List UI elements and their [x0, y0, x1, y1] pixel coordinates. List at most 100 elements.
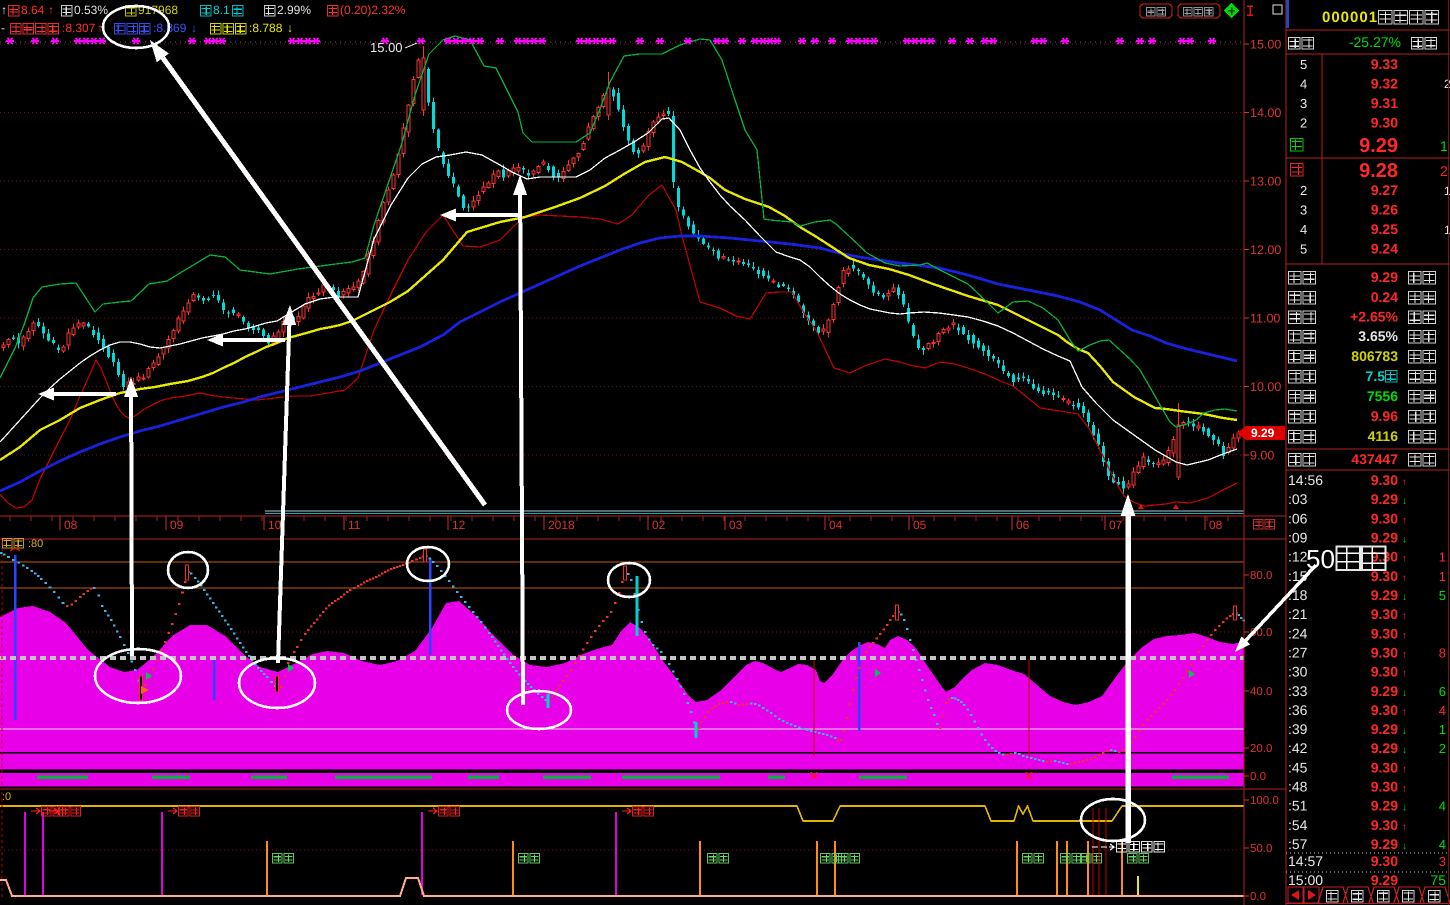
svg-text:02: 02 [652, 518, 666, 532]
svg-text:3: 3 [1439, 854, 1446, 869]
svg-text::27: :27 [1288, 644, 1308, 660]
svg-text:9.25: 9.25 [1371, 221, 1398, 237]
svg-text::42: :42 [1288, 740, 1308, 756]
svg-text:9.30: 9.30 [1371, 779, 1398, 795]
svg-text::57: :57 [1288, 836, 1308, 852]
svg-text:↑: ↑ [1402, 822, 1407, 833]
svg-text:↑: ↑ [1402, 611, 1407, 622]
svg-text:9.29: 9.29 [1371, 836, 1398, 852]
svg-text:50: 50 [1306, 544, 1335, 574]
svg-text:9.30: 9.30 [1371, 510, 1398, 526]
svg-text::24: :24 [1288, 625, 1308, 641]
svg-text::06: :06 [1288, 510, 1308, 526]
svg-text:9.30: 9.30 [1371, 759, 1398, 775]
svg-text:7.5: 7.5 [1366, 368, 1386, 384]
svg-text:9.33: 9.33 [1371, 56, 1398, 72]
svg-text:↓: ↓ [1402, 841, 1407, 852]
svg-text:0.53%: 0.53% [74, 3, 108, 17]
svg-text:↑: ↑ [1402, 573, 1407, 584]
svg-text:14:56: 14:56 [1288, 472, 1323, 488]
svg-text:9.29: 9.29 [1371, 683, 1398, 699]
svg-text:437447: 437447 [1351, 451, 1398, 467]
svg-text:1: 1 [1440, 138, 1448, 154]
svg-text:14.00: 14.00 [1250, 106, 1281, 120]
svg-text::33: :33 [1288, 683, 1308, 699]
svg-text:9.29: 9.29 [1371, 269, 1398, 285]
svg-text::80: :80 [28, 538, 43, 550]
svg-text:9.29: 9.29 [1371, 740, 1398, 756]
svg-text:↑: ↑ [1402, 669, 1407, 680]
svg-text:9.32: 9.32 [1371, 76, 1398, 92]
svg-text:4: 4 [1300, 77, 1307, 92]
svg-text:09: 09 [170, 518, 184, 532]
svg-text:15.00: 15.00 [370, 40, 403, 55]
svg-text:↑: ↑ [1402, 477, 1407, 488]
svg-text::8.788: :8.788 [249, 21, 283, 35]
svg-text:↓: ↓ [1402, 535, 1407, 546]
svg-text:806783: 806783 [1351, 348, 1398, 364]
svg-text:1: 1 [1439, 722, 1446, 737]
svg-text:↓: ↓ [1402, 745, 1407, 756]
svg-text:10.00: 10.00 [1250, 380, 1281, 394]
svg-text:↑: ↑ [1402, 554, 1407, 565]
svg-text:5: 5 [1300, 242, 1307, 257]
svg-text::09: :09 [1288, 530, 1308, 546]
svg-text:-: - [1, 21, 5, 35]
svg-text:9.29: 9.29 [1371, 798, 1398, 814]
svg-text:80.0: 80.0 [1250, 570, 1272, 582]
svg-text:4: 4 [1300, 222, 1307, 237]
svg-text:4: 4 [1439, 837, 1446, 852]
svg-text:9.29: 9.29 [1371, 587, 1398, 603]
svg-text:11: 11 [348, 518, 361, 532]
svg-text:100.0: 100.0 [1250, 795, 1279, 807]
svg-text:0.0: 0.0 [1250, 771, 1266, 783]
svg-text:↓: ↓ [191, 21, 197, 35]
svg-text:↑: ↑ [1402, 630, 1407, 641]
svg-text:↑: ↑ [1402, 707, 1407, 718]
svg-text:2: 2 [1439, 741, 1446, 756]
svg-text:5: 5 [1300, 57, 1307, 72]
svg-text:↓: ↓ [1402, 803, 1407, 814]
svg-text:12: 12 [452, 518, 466, 532]
svg-text:7556: 7556 [1367, 388, 1398, 404]
svg-text:40.0: 40.0 [1250, 686, 1272, 698]
svg-text:9.00: 9.00 [1250, 449, 1274, 463]
svg-text:2: 2 [1444, 77, 1450, 91]
svg-text:2: 2 [1300, 116, 1307, 131]
svg-text::03: :03 [1288, 491, 1308, 507]
svg-text:3: 3 [1300, 203, 1307, 218]
svg-text:10: 10 [268, 518, 282, 532]
svg-text:9.30: 9.30 [1371, 853, 1398, 869]
svg-text:9.30: 9.30 [1371, 664, 1398, 680]
svg-text:↑: ↑ [1402, 764, 1407, 775]
svg-text:(0.20)2.32%: (0.20)2.32% [340, 3, 406, 17]
svg-text:11.00: 11.00 [1250, 312, 1280, 326]
svg-text:9.30: 9.30 [1371, 472, 1398, 488]
svg-text::36: :36 [1288, 702, 1308, 718]
svg-text:↓: ↓ [287, 21, 293, 35]
svg-text:0.24: 0.24 [1371, 289, 1398, 305]
svg-text:9.29: 9.29 [1359, 135, 1398, 157]
svg-text:↑: ↑ [1402, 784, 1407, 795]
svg-text:2: 2 [1300, 183, 1307, 198]
svg-text:08: 08 [1209, 518, 1223, 532]
svg-text:9.31: 9.31 [1371, 95, 1398, 111]
svg-text:↑: ↑ [48, 3, 54, 17]
svg-text:1: 1 [1439, 569, 1446, 584]
svg-text:9.26: 9.26 [1371, 202, 1398, 218]
svg-text:9.29: 9.29 [1371, 491, 1398, 507]
svg-text::0: :0 [2, 791, 11, 803]
svg-text:9.30: 9.30 [1371, 549, 1398, 565]
svg-text:↓: ↓ [1402, 496, 1407, 507]
svg-text:9.29: 9.29 [1371, 530, 1398, 546]
svg-text:9.27: 9.27 [1371, 182, 1398, 198]
svg-text:5: 5 [1439, 588, 1446, 603]
svg-text::30: :30 [1288, 664, 1308, 680]
svg-text:1: 1 [1439, 550, 1446, 565]
svg-text:1: 1 [1444, 223, 1450, 237]
svg-text::12: :12 [1288, 549, 1308, 565]
svg-text:03: 03 [729, 518, 743, 532]
svg-text::45: :45 [1288, 759, 1308, 775]
svg-text:07: 07 [1109, 518, 1123, 532]
svg-text::48: :48 [1288, 779, 1308, 795]
